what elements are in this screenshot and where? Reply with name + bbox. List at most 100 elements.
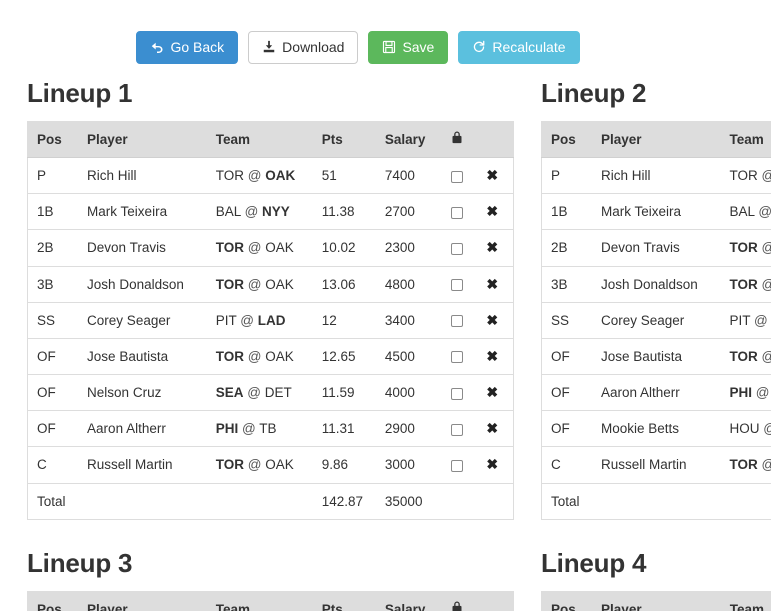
cell-points: 51 bbox=[312, 157, 376, 194]
remove-player-icon[interactable]: ✖ bbox=[486, 240, 498, 254]
table-row: 2BDevon TravisTOR @ OAK10.022300✖ bbox=[541, 229, 771, 267]
cell-position: 3B bbox=[27, 265, 79, 303]
remove-player-icon[interactable]: ✖ bbox=[486, 457, 498, 471]
remove-player-icon[interactable]: ✖ bbox=[486, 349, 498, 363]
cell-salary: 2900 bbox=[375, 410, 442, 447]
lock-player-checkbox[interactable] bbox=[450, 279, 463, 292]
cell-matchup: TOR @ OAK bbox=[206, 337, 313, 375]
button-label: Save bbox=[402, 39, 435, 55]
cell-position: SS bbox=[27, 301, 79, 339]
cell-points: 11.59 bbox=[312, 374, 376, 411]
column-header-team[interactable]: Team bbox=[206, 591, 313, 611]
cell-salary: 2300 bbox=[375, 229, 442, 267]
lock-player-checkbox[interactable] bbox=[450, 242, 463, 255]
cell-player-name: Mark Teixeira bbox=[592, 193, 721, 230]
at-separator: @ bbox=[244, 348, 266, 364]
cell-player-name: Aaron Altherr bbox=[78, 410, 207, 447]
lock-player-checkbox[interactable] bbox=[450, 423, 463, 436]
cell-position: OF bbox=[541, 410, 592, 447]
table-total-row: Total142.5134800 bbox=[541, 482, 771, 520]
remove-player-icon[interactable]: ✖ bbox=[486, 385, 498, 399]
save-button[interactable]: Save bbox=[368, 31, 449, 64]
column-header-team[interactable]: Team bbox=[720, 121, 771, 159]
at-separator: @ bbox=[236, 312, 258, 328]
cell-salary: 4800 bbox=[375, 265, 442, 303]
column-header-pts[interactable]: Pts bbox=[312, 591, 376, 611]
at-separator: @ bbox=[243, 385, 265, 401]
lock-player-checkbox[interactable] bbox=[450, 170, 463, 183]
recalculate-button[interactable]: Recalculate bbox=[458, 31, 580, 64]
cell-position: C bbox=[541, 446, 592, 484]
lock-player-checkbox[interactable] bbox=[450, 387, 463, 400]
lineup-table: PosPlayerTeamPtsSalary PRich HillTOR @ O… bbox=[27, 121, 514, 520]
cell-position: P bbox=[541, 157, 592, 194]
cell-salary: 3000 bbox=[375, 446, 442, 484]
cell-remove: ✖ bbox=[477, 337, 514, 375]
at-separator: @ bbox=[758, 168, 771, 183]
remove-player-icon[interactable]: ✖ bbox=[486, 421, 498, 435]
cell-position: 2B bbox=[27, 229, 79, 267]
column-header-pos[interactable]: Pos bbox=[541, 121, 592, 159]
away-team: TOR bbox=[729, 457, 758, 473]
column-header-pos[interactable]: Pos bbox=[27, 121, 79, 159]
cell-remove: ✖ bbox=[477, 301, 514, 339]
table-row: SSCorey SeagerPIT @ LAD123400✖ bbox=[541, 301, 771, 339]
cell-matchup: TOR @ OAK bbox=[720, 157, 771, 194]
total-spacer bbox=[441, 482, 478, 520]
at-separator: @ bbox=[244, 457, 266, 473]
away-team: PHI bbox=[729, 385, 753, 401]
lock-icon bbox=[451, 600, 463, 611]
cell-matchup: PIT @ LAD bbox=[206, 301, 313, 339]
cell-player-name: Nelson Cruz bbox=[78, 374, 207, 411]
cell-salary: 2700 bbox=[375, 193, 442, 230]
lock-player-checkbox[interactable] bbox=[450, 206, 463, 219]
column-header-pts[interactable]: Pts bbox=[312, 121, 376, 159]
remove-player-icon[interactable]: ✖ bbox=[486, 204, 498, 218]
table-row: PRich HillTOR @ OAK517400✖ bbox=[541, 157, 771, 194]
go-back-button[interactable]: Go Back bbox=[136, 31, 239, 64]
cell-position: OF bbox=[541, 374, 592, 411]
column-header-pos[interactable]: Pos bbox=[27, 591, 79, 611]
table-row: 3BJosh DonaldsonTOR @ OAK13.064800✖ bbox=[541, 265, 771, 303]
away-team: TOR bbox=[215, 276, 245, 292]
column-header-player[interactable]: Player bbox=[592, 591, 721, 611]
remove-player-icon[interactable]: ✖ bbox=[486, 313, 498, 327]
cell-player-name: Rich Hill bbox=[592, 157, 721, 194]
column-header-salary[interactable]: Salary bbox=[375, 121, 442, 159]
lock-player-checkbox[interactable] bbox=[450, 315, 463, 328]
cell-remove: ✖ bbox=[477, 410, 514, 447]
column-header-salary[interactable]: Salary bbox=[375, 591, 442, 611]
column-header-player[interactable]: Player bbox=[78, 121, 207, 159]
button-label: Go Back bbox=[170, 39, 225, 55]
cell-player-name: Russell Martin bbox=[78, 446, 207, 484]
at-separator: @ bbox=[240, 204, 263, 220]
remove-player-icon[interactable]: ✖ bbox=[486, 277, 498, 291]
download-button[interactable]: Download bbox=[248, 31, 359, 64]
table-row: CRussell MartinTOR @ OAK9.863000✖ bbox=[27, 446, 514, 484]
cell-position: SS bbox=[541, 301, 592, 339]
lineup-table: PosPlayerTeamPtsSalary PRich HillTOR @ O… bbox=[541, 590, 771, 611]
remove-player-icon[interactable]: ✖ bbox=[486, 168, 498, 182]
column-header-team[interactable]: Team bbox=[206, 121, 313, 159]
table-row: OFAaron AltherrPHI @ TB11.312900✖ bbox=[27, 410, 514, 447]
cell-player-name: Russell Martin bbox=[592, 446, 721, 484]
cell-player-name: Mark Teixeira bbox=[78, 193, 207, 230]
home-team: NYY bbox=[262, 204, 290, 220]
lock-player-checkbox[interactable] bbox=[450, 459, 463, 472]
column-header-player[interactable]: Player bbox=[78, 591, 207, 611]
cell-lock bbox=[441, 265, 478, 303]
table-row: OFAaron AltherrPHI @ TB11.312900✖ bbox=[541, 374, 771, 411]
column-header-team[interactable]: Team bbox=[720, 591, 771, 611]
column-header-player[interactable]: Player bbox=[592, 121, 721, 159]
table-row: OFJose BautistaTOR @ OAK12.654500✖ bbox=[541, 337, 771, 375]
at-separator: @ bbox=[758, 240, 771, 255]
away-team: TOR bbox=[729, 168, 758, 184]
cell-player-name: Rich Hill bbox=[78, 157, 207, 194]
undo-arrow-icon bbox=[150, 40, 164, 54]
column-header-pos[interactable]: Pos bbox=[541, 591, 593, 611]
at-separator: @ bbox=[760, 421, 771, 436]
total-spacer bbox=[78, 482, 207, 520]
away-team: BAL bbox=[215, 204, 241, 220]
lock-player-checkbox[interactable] bbox=[450, 351, 463, 364]
cell-lock bbox=[441, 157, 478, 194]
